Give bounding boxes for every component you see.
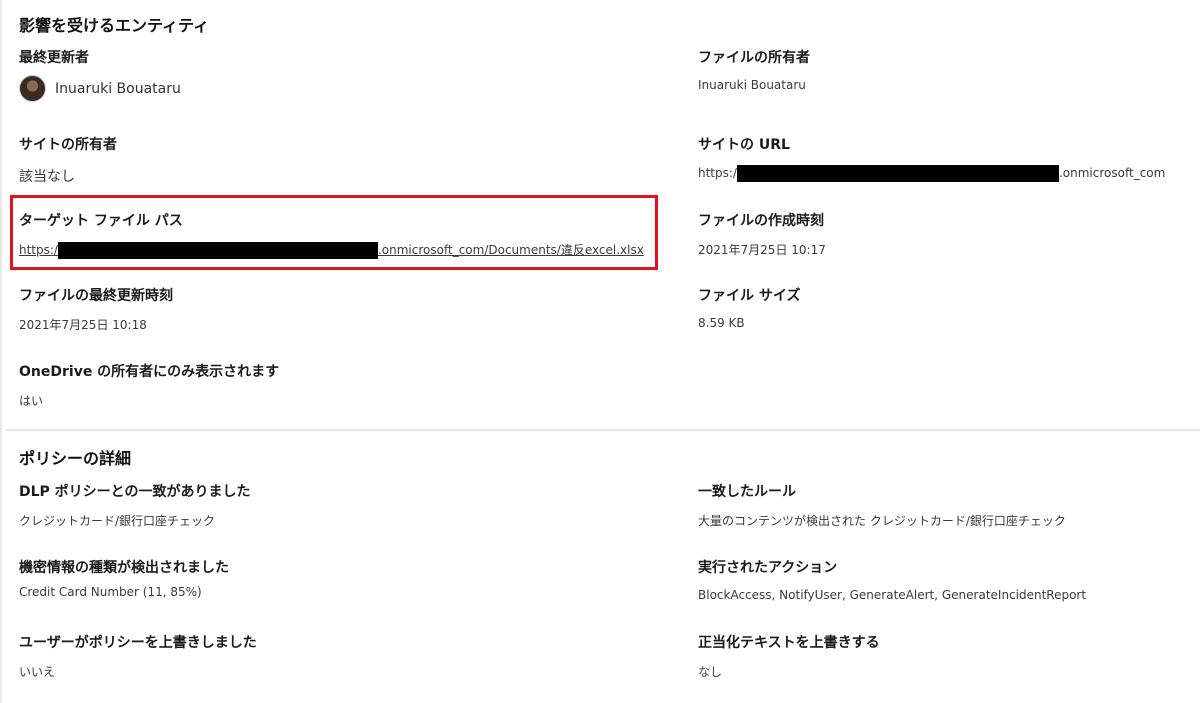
file-created-time-value: 2021年7月25日 10:17: [698, 243, 826, 257]
policy-details-heading: ポリシーの詳細: [19, 449, 132, 468]
affected-entities-heading: 影響を受けるエンティティ: [19, 16, 210, 35]
file-owner-field: ファイルの所有者 Inuaruki Bouataru: [698, 47, 810, 92]
avatar: [19, 75, 46, 102]
panel-left-border: [0, 0, 2, 703]
site-owner-label: サイトの所有者: [19, 137, 117, 153]
site-url-suffix: .onmicrosoft_com: [1058, 166, 1166, 180]
site-url-label: サイトの URL: [698, 137, 790, 153]
file-last-modified-time-label: ファイルの最終更新時刻: [19, 288, 173, 304]
highlight-box: [10, 195, 658, 270]
section-divider: [6, 429, 1200, 431]
file-last-modified-time-field: ファイルの最終更新時刻 2021年7月25日 10:18: [19, 285, 173, 333]
entity-details-page: 影響を受けるエンティティ 最終更新者 Inuaruki Bouataru ファイ…: [0, 0, 1200, 703]
onedrive-owner-only-field: OneDrive の所有者にのみ表示されます はい: [19, 361, 279, 409]
sensitive-info-value: Credit Card Number (11, 85%): [19, 585, 202, 599]
sensitive-info-label: 機密情報の種類が検出されました: [19, 560, 229, 576]
last-modified-by-name: Inuaruki Bouataru: [55, 80, 181, 97]
matched-rule-field: 一致したルール 大量のコンテンツが検出された クレジットカード/銀行口座チェック: [698, 481, 1066, 529]
last-modified-by-field: 最終更新者 Inuaruki Bouataru: [19, 47, 181, 102]
dlp-match-field: DLP ポリシーとの一致がありました クレジットカード/銀行口座チェック: [19, 481, 251, 529]
dlp-match-value: クレジットカード/銀行口座チェック: [19, 514, 216, 528]
dlp-match-label: DLP ポリシーとの一致がありました: [19, 484, 251, 500]
actions-taken-label: 実行されたアクション: [698, 560, 838, 576]
redaction-bar: [736, 165, 1059, 182]
file-size-field: ファイル サイズ 8.59 KB: [698, 285, 800, 330]
last-modified-by-label: 最終更新者: [19, 50, 89, 66]
user-override-value: いいえ: [19, 665, 56, 679]
site-owner-field: サイトの所有者 該当なし: [19, 134, 117, 186]
actions-taken-value: BlockAccess, NotifyUser, GenerateAlert, …: [698, 588, 1087, 602]
file-owner-label: ファイルの所有者: [698, 50, 810, 66]
justification-override-field: 正当化テキストを上書きする なし: [698, 632, 880, 680]
file-size-value: 8.59 KB: [698, 316, 745, 330]
justification-override-value: なし: [698, 665, 723, 679]
file-created-time-label: ファイルの作成時刻: [698, 213, 824, 229]
onedrive-owner-only-value: はい: [19, 394, 44, 408]
site-url-field: サイトの URL https:/ .onmicrosoft_com: [698, 134, 1165, 182]
onedrive-owner-only-label: OneDrive の所有者にのみ表示されます: [19, 364, 280, 380]
file-size-label: ファイル サイズ: [698, 288, 801, 304]
user-override-field: ユーザーがポリシーを上書きしました いいえ: [19, 632, 257, 680]
file-last-modified-time-value: 2021年7月25日 10:18: [19, 318, 147, 332]
site-url-value: https:/ .onmicrosoft_com: [698, 165, 1165, 182]
user-override-label: ユーザーがポリシーを上書きしました: [19, 635, 257, 651]
site-owner-value: 該当なし: [19, 169, 75, 185]
matched-rule-label: 一致したルール: [698, 484, 796, 500]
file-created-time-field: ファイルの作成時刻 2021年7月25日 10:17: [698, 210, 826, 258]
file-owner-value: Inuaruki Bouataru: [698, 78, 806, 92]
last-modified-by-user[interactable]: Inuaruki Bouataru: [19, 75, 181, 102]
site-url-prefix: https:/: [698, 166, 737, 180]
justification-override-label: 正当化テキストを上書きする: [698, 635, 880, 651]
matched-rule-value: 大量のコンテンツが検出された クレジットカード/銀行口座チェック: [698, 514, 1066, 528]
actions-taken-field: 実行されたアクション BlockAccess, NotifyUser, Gene…: [698, 557, 1086, 602]
sensitive-info-field: 機密情報の種類が検出されました Credit Card Number (11, …: [19, 557, 229, 599]
